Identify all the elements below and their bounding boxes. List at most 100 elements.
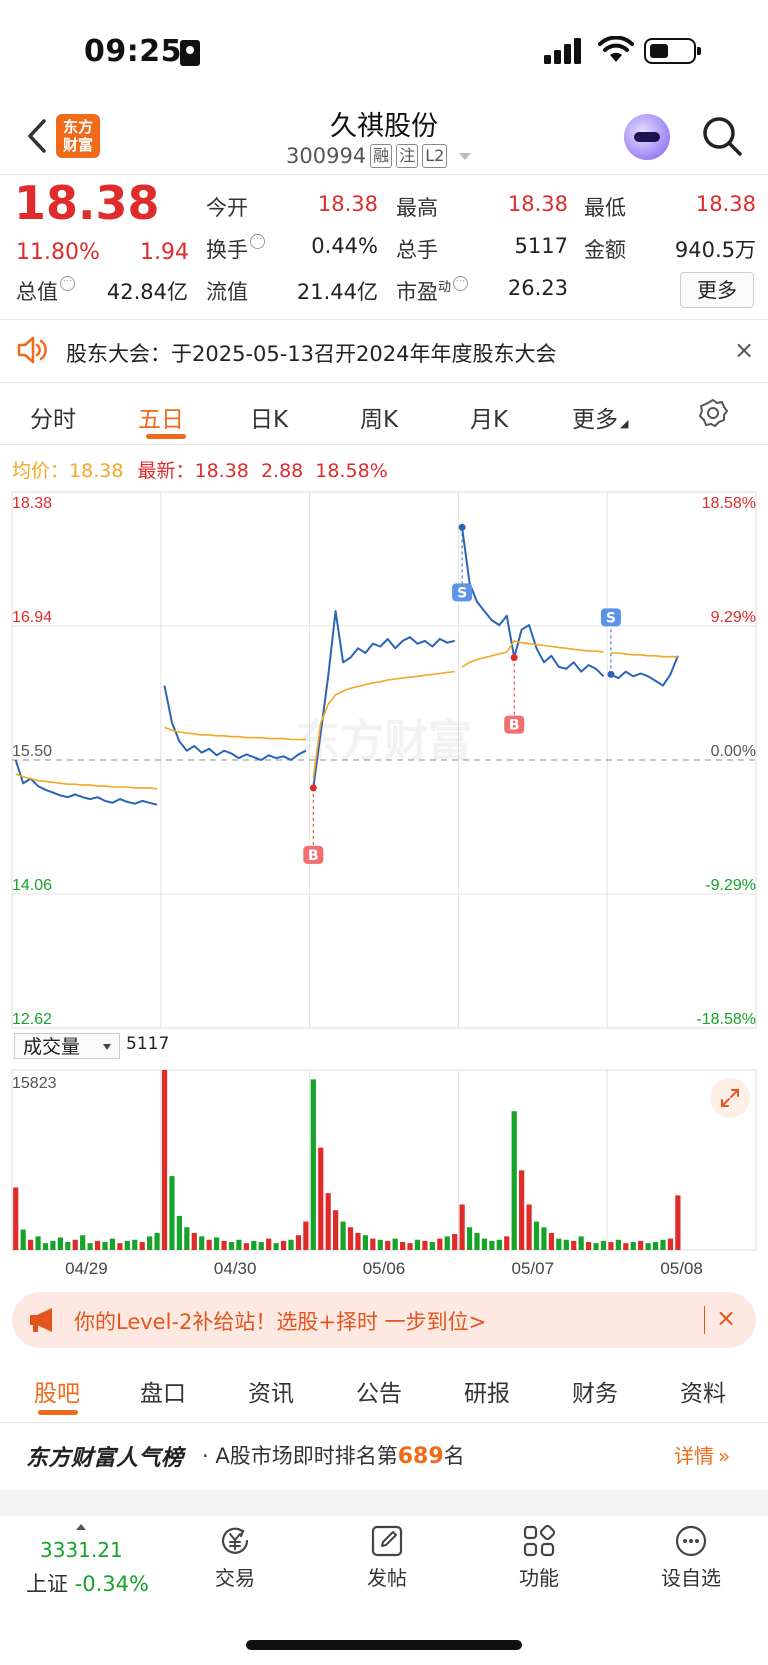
pe-label: 市盈动 ··· <box>396 276 469 306</box>
volume-bar <box>340 1221 346 1250</box>
volume-bar <box>243 1243 249 1250</box>
volume-bar <box>42 1243 49 1250</box>
tab-intraday[interactable]: 分时 <box>30 400 76 434</box>
post-button[interactable]: 发帖 <box>342 1524 432 1591</box>
cellular-signal-icon <box>544 38 581 64</box>
tab-guba[interactable]: 股吧 <box>34 1374 80 1408</box>
chevron-down-icon <box>459 152 472 160</box>
tab-five-day[interactable]: 五日 <box>138 400 184 434</box>
volume-chart[interactable]: 15823 04/29 04/30 05/06 05/07 05/08 <box>0 1060 768 1280</box>
volume-bar <box>571 1240 577 1250</box>
volume-bar <box>652 1242 659 1250</box>
volume-bar <box>161 1070 168 1250</box>
volume-bar <box>80 1235 86 1250</box>
info-icon[interactable]: ··· <box>453 276 469 291</box>
tab-monthly-k[interactable]: 月K <box>470 400 508 434</box>
expand-chart-button[interactable] <box>710 1078 750 1118</box>
index-name[interactable]: 上证 -0.34% <box>26 1568 149 1598</box>
volume-bar <box>489 1240 495 1250</box>
open-label: 今开 <box>206 196 248 220</box>
banner-close-icon[interactable]: × <box>716 1304 736 1332</box>
volume-bar <box>474 1232 480 1250</box>
volume-bar <box>132 1239 138 1250</box>
volume-bar <box>392 1238 398 1250</box>
volume-bar <box>318 1147 324 1250</box>
change-amount: 1.94 <box>140 240 189 265</box>
y-tick-right: 0.00% <box>711 743 756 760</box>
volume-bar <box>251 1240 257 1250</box>
volume-bar <box>191 1232 197 1250</box>
float-cap-label: 流值 <box>206 280 248 304</box>
marker-label: B <box>308 848 319 864</box>
five-day-price-chart[interactable]: 18.38 18.58% 16.94 9.29% 15.50 0.00% 14.06 -9.2… <box>0 490 768 1030</box>
popularity-rank: 689 <box>397 1444 444 1469</box>
add-watchlist-button[interactable]: 设自选 <box>646 1524 736 1591</box>
volume-bar <box>407 1243 413 1250</box>
volume-bar <box>660 1239 666 1250</box>
assistant-robot-icon[interactable] <box>624 114 670 160</box>
volume-bar <box>623 1243 629 1250</box>
volume-bar <box>585 1242 592 1250</box>
volume-bar <box>533 1221 540 1250</box>
x-tick-date: 05/06 <box>363 1259 406 1278</box>
tab-profile[interactable]: 资料 <box>680 1374 726 1408</box>
functions-button[interactable]: 功能 <box>494 1524 584 1591</box>
volume-bar <box>72 1239 78 1250</box>
gear-icon[interactable] <box>698 398 728 428</box>
trade-button[interactable]: 交易 <box>190 1524 280 1591</box>
stock-code-line[interactable]: 300994 融 注 L2 <box>286 144 472 168</box>
volume-bar <box>511 1111 517 1250</box>
y-tick-left: 12.62 <box>12 1011 52 1028</box>
volume-bar <box>519 1170 525 1250</box>
volume-bar <box>385 1240 391 1250</box>
volume-bar <box>645 1243 651 1250</box>
x-tick-date: 05/07 <box>512 1259 555 1278</box>
market-cap-label: 总值 ··· <box>16 276 75 306</box>
popularity-detail-link[interactable]: 详情» <box>674 1440 730 1469</box>
edit-icon <box>371 1525 403 1557</box>
price-line <box>461 527 605 678</box>
latest-change: 2.88 <box>260 460 304 482</box>
turnover-value: 0.44% <box>311 234 378 258</box>
y-tick-right: 9.29% <box>711 609 756 626</box>
search-icon[interactable] <box>700 114 744 158</box>
tab-more[interactable]: 更多 ◢ <box>572 400 628 434</box>
volume-bar <box>608 1242 614 1250</box>
volume-bar <box>370 1238 376 1250</box>
volume-bar <box>154 1232 160 1250</box>
volume-bar <box>481 1238 488 1250</box>
battery-icon <box>644 38 701 64</box>
volume-bar <box>206 1239 212 1250</box>
volume-bar <box>266 1238 272 1250</box>
volume-bar <box>124 1240 130 1250</box>
tab-research[interactable]: 研报 <box>464 1374 510 1408</box>
marker-label: S <box>457 585 467 601</box>
tab-order-book[interactable]: 盘口 <box>140 1374 186 1408</box>
tab-finance[interactable]: 财务 <box>572 1374 618 1408</box>
volume-bar <box>638 1240 644 1250</box>
low-value: 18.38 <box>695 192 756 216</box>
tab-weekly-k[interactable]: 周K <box>360 400 398 434</box>
high-value: 18.38 <box>507 192 568 216</box>
more-quote-button[interactable]: 更多 <box>680 272 754 308</box>
volume-bar <box>429 1242 435 1250</box>
tab-daily-k[interactable]: 日K <box>250 400 288 434</box>
volume-bar <box>65 1242 71 1250</box>
y-tick-right: -18.58% <box>696 1011 756 1028</box>
volume-bar <box>303 1221 309 1250</box>
notice-close-icon[interactable]: × <box>734 336 754 364</box>
marker-label: S <box>606 610 616 626</box>
divider <box>0 174 768 175</box>
index-value[interactable]: 3331.21 <box>40 1538 123 1562</box>
more-dots-icon <box>675 1525 707 1557</box>
tab-announcements[interactable]: 公告 <box>356 1374 402 1408</box>
tab-news[interactable]: 资讯 <box>248 1374 294 1408</box>
divider <box>0 444 768 445</box>
volume-bar <box>362 1235 369 1250</box>
volume-indicator-select[interactable]: 成交量 <box>14 1033 120 1059</box>
promo-text[interactable]: 你的Level-2补给站！选股+择时 一步到位> <box>74 1306 486 1336</box>
info-icon[interactable]: ··· <box>60 276 75 291</box>
y-tick-right: 18.58% <box>702 495 756 512</box>
volume-bar <box>35 1236 41 1250</box>
info-icon[interactable]: ··· <box>250 234 265 249</box>
